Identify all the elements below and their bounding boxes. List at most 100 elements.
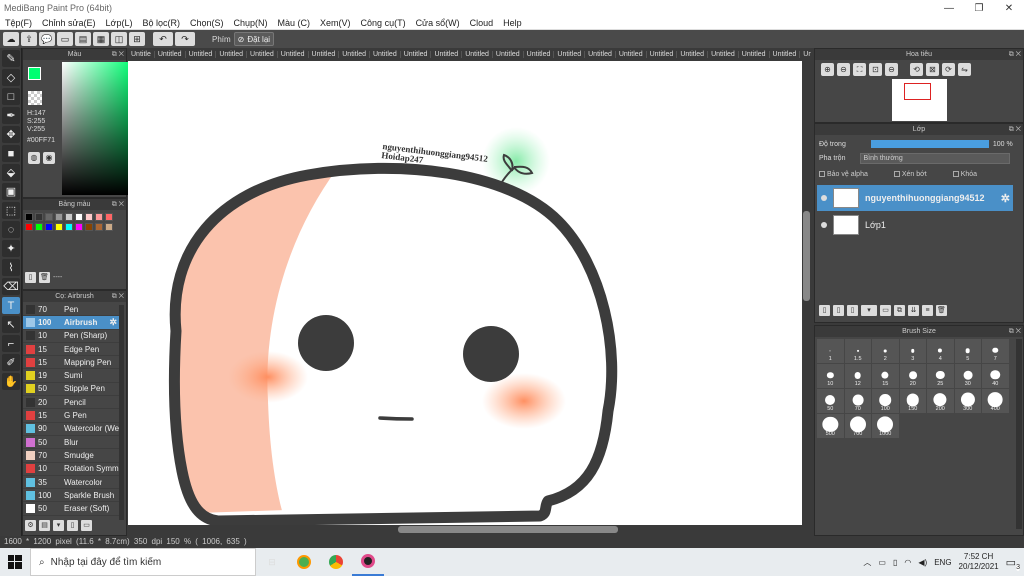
volume-icon[interactable]: ◀) [918,558,927,567]
transparent-color-swatch[interactable] [28,91,42,105]
panel-close-icon[interactable]: ⧉ ✕ [1009,326,1021,337]
text-tool-icon[interactable]: T [2,297,20,314]
rotate-left-icon[interactable]: ⟲ [910,63,923,76]
brush-list-scrollbar[interactable] [119,305,124,520]
color-picker-icon[interactable]: ◉ [43,152,55,164]
brush-size-cell[interactable]: 4 [927,339,954,363]
saturation-value-picker[interactable] [62,62,133,195]
panel-close-icon[interactable]: ⧉ ✕ [112,49,124,60]
cloud-icon[interactable]: ☁ [3,32,19,46]
new-halftone-layer-icon[interactable]: ▯ [833,305,844,316]
select-rect-tool-icon[interactable]: ⬚ [2,202,20,219]
document-tab[interactable]: Untitled [647,51,678,58]
chevron-up-icon[interactable]: ︿ [863,557,871,568]
panel-icon[interactable]: ▤ [75,32,91,46]
maximize-button[interactable]: ❐ [964,3,994,14]
visibility-icon[interactable] [821,195,827,201]
brush-size-scrollbar[interactable] [1016,339,1022,529]
document-tab[interactable]: Untitled [524,51,555,58]
menu-item[interactable]: Lớp(L) [101,18,138,28]
taskbar-search-box[interactable]: ⌕ Nhập tại đây để tìm kiếm [30,548,256,576]
brush-item[interactable]: 10 Rotation Symm [23,463,119,476]
menu-item[interactable]: Chỉnh sửa(E) [37,18,101,28]
document-tab[interactable]: Untitled [309,51,340,58]
navigator-viewport[interactable] [904,83,931,100]
menu-item[interactable]: Công cụ(T) [356,18,411,28]
palette-swatch[interactable] [75,213,83,221]
lock-checkbox[interactable]: Khóa [952,171,977,178]
new-8bit-layer-icon[interactable]: ▯ [847,305,858,316]
merge-layer-icon[interactable]: ⇊ [908,305,919,316]
menu-item[interactable]: Bộ lọc(R) [137,18,185,28]
operation-tool-icon[interactable]: ↖ [2,316,20,333]
add-brush-icon[interactable]: ▤ [39,520,50,531]
brush-item[interactable]: 90 Watercolor (We [23,423,119,436]
protect-alpha-checkbox[interactable]: Bảo vệ alpha [819,171,868,178]
lasso-tool-icon[interactable]: ◌ [2,221,20,238]
menu-item[interactable]: Help [498,18,527,28]
brush-size-cell[interactable]: 10 [817,364,844,388]
document-tab[interactable]: Untitle [128,51,155,58]
brush-size-cell[interactable]: 25 [927,364,954,388]
brush-size-cell[interactable]: 1.5 [844,339,871,363]
brush-item[interactable]: 20 Pencil [23,396,119,410]
reset-button[interactable]: ⊘ Đặt lại [233,32,275,46]
zoom-reset-icon[interactable]: ⊖ [885,63,898,76]
language-indicator[interactable]: ENG [934,558,951,567]
document-tab[interactable]: Untitled [739,51,770,58]
minimize-button[interactable]: — [934,3,964,14]
select-pen-tool-icon[interactable]: ⌇ [2,259,20,276]
document-tab[interactable]: Untitled [554,51,586,58]
document-tab[interactable]: Untitled [401,51,432,58]
add-layer-menu-icon[interactable]: ▾ [861,305,877,316]
brush-size-cell[interactable]: 2 [872,339,899,363]
layer-folder-icon[interactable]: ▭ [880,305,891,316]
redo-icon[interactable]: ↷ [175,32,195,46]
brush-size-cell[interactable]: 1 [817,339,844,363]
navigator-thumbnail[interactable] [892,79,947,121]
palette-swatch[interactable] [105,223,113,231]
visibility-icon[interactable] [821,222,827,228]
canvas-horizontal-scrollbar[interactable] [128,525,802,534]
document-tab[interactable]: Untitled [800,51,811,58]
document-tab[interactable]: Untitled [770,51,801,58]
brush-size-cell[interactable]: 7 [982,339,1009,363]
menu-item[interactable]: Cloud [465,18,499,28]
dropper-tool-icon[interactable]: ⌐ [2,335,20,352]
zoom-out-icon[interactable]: ⊖ [837,63,850,76]
undo-icon[interactable]: ↶ [153,32,173,46]
brush-item[interactable]: 50 Blur [23,436,119,450]
palette-swatch[interactable] [95,213,103,221]
brush-item[interactable]: 50 Eraser (Soft) [23,502,119,516]
palette-swatch[interactable] [25,223,33,231]
layer-item[interactable]: nguyenthihuonggiang94512 ✲ [817,185,1013,211]
foreground-color-swatch[interactable] [28,67,41,80]
document-tab[interactable]: Untitled [677,51,709,58]
palette-swatch[interactable] [85,223,93,231]
palette-swatch[interactable] [75,223,83,231]
palette-swatch[interactable] [65,223,73,231]
new-layer-icon[interactable]: ▯ [819,305,830,316]
brush-size-cell[interactable]: 500 [817,414,844,438]
brush-size-cell[interactable]: 50 [817,389,844,413]
zoom-in-icon[interactable]: ⊕ [821,63,834,76]
comment-icon[interactable]: ▭ [57,32,73,46]
palette-swatch[interactable] [105,213,113,221]
chrome-icon[interactable] [320,548,352,576]
brush-item[interactable]: 10 Pen (Sharp) [23,330,119,343]
delete-palette-icon[interactable]: 🗑 [39,272,50,283]
rotate-right-icon[interactable]: ⟳ [942,63,955,76]
document-tab[interactable]: Untitled [708,51,739,58]
brush-cloud-icon[interactable]: ⚙ [25,520,36,531]
brush-item[interactable]: 70 Pen [23,303,119,317]
clipping-checkbox[interactable]: Xén bớt [893,171,927,178]
eraser-tool-icon[interactable]: ◇ [2,69,20,86]
brush-item[interactable]: 15 G Pen [23,409,119,423]
menu-item[interactable]: Xem(V) [315,18,356,28]
document-tab[interactable]: Untitled [462,51,493,58]
brush-item[interactable]: 100 Sparkle Brush [23,489,119,503]
select-eraser-tool-icon[interactable]: ⌫ [2,278,20,295]
panel-split-icon[interactable]: ◫ [111,32,127,46]
rotate-reset-icon[interactable]: ⊠ [926,63,939,76]
brush-size-cell[interactable]: 3 [899,339,926,363]
